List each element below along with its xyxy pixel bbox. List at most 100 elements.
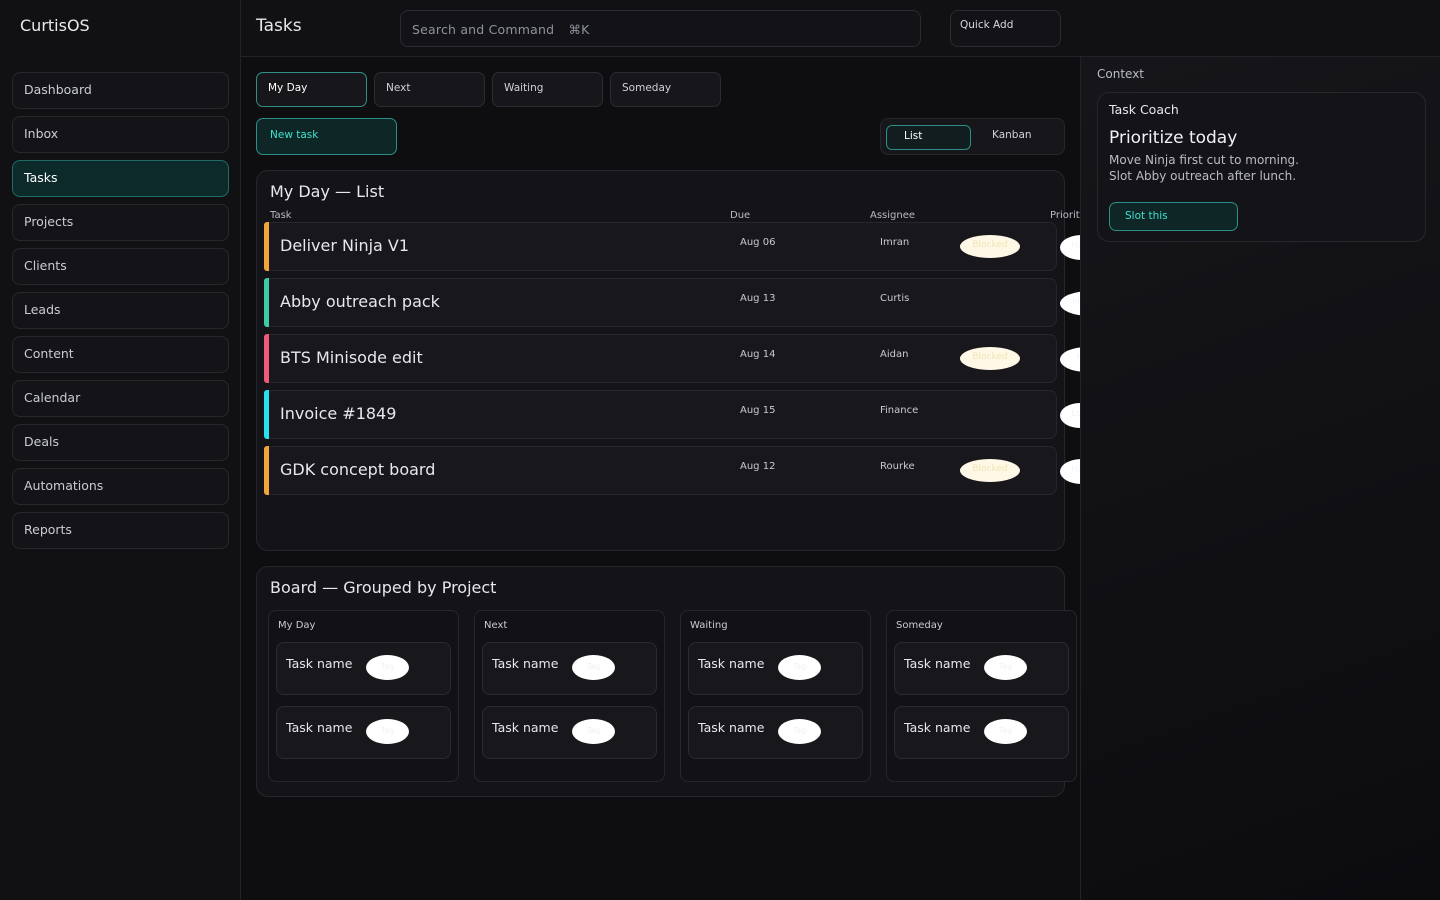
table-row[interactable]: GDK concept board Aug 12 Rourke Blocked … [264, 446, 1103, 495]
sidebar-item-leads[interactable]: Leads [12, 292, 229, 329]
board-card[interactable]: Task name Tag [894, 642, 1069, 695]
card-task-name: Task name [492, 656, 559, 671]
tab-someday[interactable]: Someday [610, 72, 721, 107]
task-name: GDK concept board [280, 460, 436, 479]
card-tag: Tag [572, 719, 615, 744]
column-header-task: Task [270, 210, 292, 221]
table-row[interactable]: Abby outreach pack Aug 13 Curtis Medium [264, 278, 1120, 327]
board-card[interactable]: Task name Tag [688, 642, 863, 695]
page-title: Tasks [256, 16, 302, 36]
board-title: Board — Grouped by Project [270, 578, 497, 597]
due-date: Aug 14 [740, 349, 776, 360]
sidebar-item-content[interactable]: Content [12, 336, 229, 373]
table-row[interactable]: Invoice #1849 Aug 15 Finance Low [264, 390, 1100, 439]
task-name: Deliver Ninja V1 [280, 236, 410, 255]
tab-my-day[interactable]: My Day [256, 72, 367, 107]
assignee: Rourke [880, 461, 915, 472]
sidebar-item-projects[interactable]: Projects [12, 204, 229, 241]
card-task-name: Task name [492, 720, 559, 735]
slot-this-button[interactable]: Slot this [1109, 202, 1238, 231]
due-date: Aug 13 [740, 293, 776, 304]
table-row[interactable]: Deliver Ninja V1 Aug 06 Imran Blocked Hi… [264, 222, 1103, 271]
coach-suggestion: Slot Abby outreach after lunch. [1109, 169, 1297, 183]
due-date: Aug 15 [740, 405, 776, 416]
coach-suggestion: Move Ninja first cut to morning. [1109, 153, 1299, 167]
board-column-next: Next Task name Tag Task name Tag [474, 610, 665, 782]
priority-stripe [264, 334, 269, 383]
sidebar: CurtisOS Dashboard Inbox Tasks Projects … [0, 0, 241, 900]
board-column-waiting: Waiting Task name Tag Task name Tag [680, 610, 871, 782]
board-card[interactable]: Task name Tag [276, 706, 451, 759]
card-task-name: Task name [904, 656, 971, 671]
coach-title: Prioritize today [1109, 128, 1238, 148]
task-name: Invoice #1849 [280, 404, 397, 423]
board-column-my-day: My Day Task name Tag Task name Tag [268, 610, 459, 782]
priority-stripe [264, 222, 269, 271]
card-tag: Tag [778, 655, 821, 680]
app-logo: CurtisOS [20, 16, 90, 35]
card-tag: Tag [984, 719, 1027, 744]
blocked-badge: Blocked [960, 235, 1020, 258]
priority-stripe [264, 446, 269, 495]
board-card[interactable]: Task name Tag [688, 706, 863, 759]
tab-next[interactable]: Next [374, 72, 485, 107]
card-task-name: Task name [286, 656, 353, 671]
view-toggle: List Kanban [880, 118, 1065, 155]
card-tag: Tag [366, 719, 409, 744]
due-date: Aug 12 [740, 461, 776, 472]
due-date: Aug 06 [740, 237, 776, 248]
card-tag: Tag [366, 655, 409, 680]
tab-waiting[interactable]: Waiting [492, 72, 603, 107]
card-task-name: Task name [286, 720, 353, 735]
sidebar-item-reports[interactable]: Reports [12, 512, 229, 549]
card-task-name: Task name [698, 720, 765, 735]
card-task-name: Task name [698, 656, 765, 671]
sidebar-item-deals[interactable]: Deals [12, 424, 229, 461]
view-kanban-button[interactable]: Kanban [975, 125, 1060, 150]
assignee: Aidan [880, 349, 909, 360]
sidebar-item-calendar[interactable]: Calendar [12, 380, 229, 417]
assignee: Finance [880, 405, 919, 416]
sidebar-item-automations[interactable]: Automations [12, 468, 229, 505]
board-card[interactable]: Task name Tag [894, 706, 1069, 759]
list-title: My Day — List [270, 182, 385, 201]
priority-stripe [264, 390, 269, 439]
sidebar-item-tasks[interactable]: Tasks [12, 160, 229, 197]
new-task-label: New task [270, 129, 319, 141]
table-row[interactable]: BTS Minisode edit Aug 14 Aidan Blocked H… [264, 334, 1113, 383]
card-tag: Tag [984, 655, 1027, 680]
card-tag: Tag [572, 655, 615, 680]
context-label: Context [1097, 67, 1145, 81]
card-task-name: Task name [904, 720, 971, 735]
task-name: BTS Minisode edit [280, 348, 423, 367]
blocked-badge: Blocked [960, 347, 1020, 370]
column-header-assignee: Assignee [870, 210, 916, 221]
view-list-button[interactable]: List [886, 125, 971, 150]
board-card[interactable]: Task name Tag [276, 642, 451, 695]
board-card[interactable]: Task name Tag [482, 706, 657, 759]
context-panel: Context Task Coach Prioritize today Move… [1080, 57, 1440, 900]
search-input[interactable]: Search and Command ⌘K [400, 10, 921, 47]
board-column-someday: Someday Task name Tag Task name Tag [886, 610, 1077, 782]
quick-add-button[interactable]: Quick Add [950, 10, 1061, 47]
new-task-button[interactable]: New task [256, 118, 397, 155]
quick-add-label: Quick Add [960, 19, 1014, 31]
sidebar-item-clients[interactable]: Clients [12, 248, 229, 285]
card-tag: Tag [778, 719, 821, 744]
sidebar-item-inbox[interactable]: Inbox [12, 116, 229, 153]
task-coach-card: Task Coach Prioritize today Move Ninja f… [1097, 92, 1426, 242]
search-placeholder: Search and Command [412, 22, 555, 37]
top-bar: Tasks Search and Command ⌘K Quick Add [241, 0, 1440, 57]
board-card[interactable]: Task name Tag [482, 642, 657, 695]
assignee: Curtis [880, 293, 910, 304]
board-column-label: Someday [896, 620, 943, 631]
column-header-due: Due [730, 210, 751, 221]
assignee: Imran [880, 237, 910, 248]
board-column-label: My Day [278, 620, 316, 631]
blocked-badge: Blocked [960, 459, 1020, 482]
shortcut-hint: ⌘K [568, 22, 590, 37]
priority-stripe [264, 278, 269, 327]
board-column-label: Waiting [690, 620, 728, 631]
sidebar-item-dashboard[interactable]: Dashboard [12, 72, 229, 109]
task-name: Abby outreach pack [280, 292, 440, 311]
